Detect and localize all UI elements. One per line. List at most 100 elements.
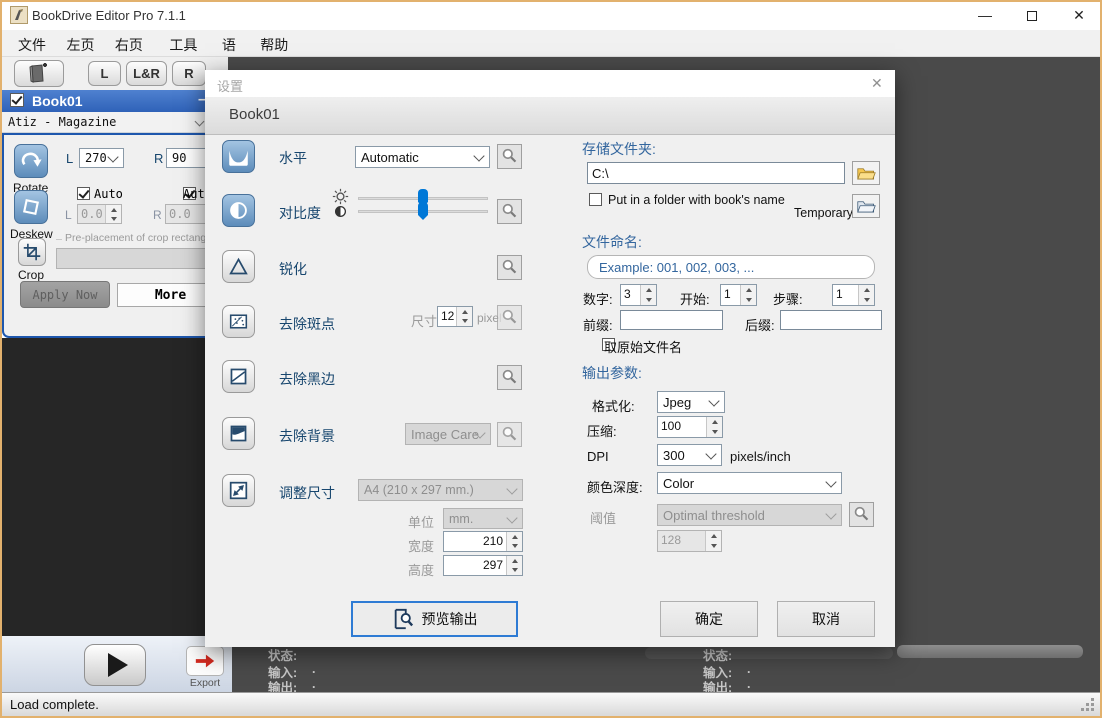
resize-height-spinner[interactable]: 297 [443, 555, 523, 576]
despeckle-preview-button[interactable] [497, 305, 522, 330]
maximize-button[interactable] [1015, 0, 1049, 30]
spin-up-icon[interactable] [507, 532, 522, 542]
spin-up-icon[interactable] [707, 417, 722, 427]
menu-tools[interactable]: 工具 [161, 30, 205, 60]
despeckle-size-spinner[interactable]: 12 [437, 306, 473, 327]
left-input-value: . [312, 662, 315, 676]
level-preview-button[interactable] [497, 144, 522, 169]
resize-grip[interactable] [1081, 698, 1094, 711]
book-checkbox[interactable] [10, 93, 24, 107]
contrast-icon [222, 194, 255, 227]
spin-down-icon[interactable] [706, 541, 721, 551]
resize-preset-select[interactable]: A4 (210 x 297 mm.) [358, 479, 523, 501]
threshold-preview-button[interactable] [849, 502, 874, 527]
book-header: Book01 – [2, 90, 228, 112]
crop-preplacement-select[interactable] [56, 248, 224, 269]
deskew-icon[interactable] [14, 190, 48, 224]
rotate-icon[interactable] [14, 144, 48, 178]
start-spinner[interactable]: 1 [720, 284, 757, 306]
threshold-select[interactable]: Optimal threshold [657, 504, 842, 526]
menu-help[interactable]: 帮助 [252, 30, 296, 60]
background-select[interactable]: Image Care [405, 423, 491, 445]
spin-down-icon[interactable] [106, 214, 121, 223]
status-message: Load complete. [10, 697, 99, 712]
menu-file[interactable]: 文件 [10, 30, 54, 60]
export-button[interactable] [186, 646, 224, 676]
cancel-button[interactable]: 取消 [777, 601, 875, 637]
left-page-button[interactable]: L [88, 61, 121, 86]
apply-now-button[interactable]: Apply Now [20, 281, 110, 308]
contrast-preview-button[interactable] [497, 199, 522, 224]
minimize-button[interactable]: — [968, 0, 1002, 30]
menu-right-page[interactable]: 右页 [107, 30, 151, 60]
new-book-button[interactable] [14, 60, 64, 87]
prefix-input[interactable] [620, 310, 723, 330]
sharpen-preview-button[interactable] [497, 255, 522, 280]
spin-down-icon[interactable] [457, 317, 472, 327]
rotate-l-select[interactable]: 270 [79, 148, 124, 168]
spin-up-icon[interactable] [859, 285, 874, 295]
preview-output-button[interactable]: 预览输出 [351, 601, 518, 637]
format-select[interactable]: Jpeg [657, 391, 725, 413]
level-select[interactable]: Automatic [355, 146, 490, 168]
spin-down-icon[interactable] [641, 295, 656, 305]
step-spinner[interactable]: 1 [832, 284, 875, 306]
right-page-button[interactable]: R [172, 61, 206, 86]
folder-with-book-name-checkbox[interactable] [589, 193, 602, 206]
compression-spinner[interactable]: 100 [657, 416, 723, 438]
dialog-title: 设置 [217, 76, 243, 95]
temporary-folder-button[interactable] [852, 194, 880, 218]
spin-up-icon[interactable] [741, 285, 756, 295]
background-label: 去除背景 [279, 426, 335, 446]
right-progress-bar [897, 645, 1083, 658]
background-preview-button[interactable] [497, 422, 522, 447]
magnifier-icon [853, 506, 870, 523]
both-pages-button[interactable]: L&R [126, 61, 167, 86]
spin-up-icon[interactable] [457, 307, 472, 317]
deskew-auto-l-checkbox[interactable] [77, 187, 90, 200]
storage-folder-label: 存储文件夹: [582, 139, 656, 159]
resize-unit-select[interactable]: mm. [443, 508, 523, 529]
crop-icon[interactable] [18, 238, 46, 266]
menu-left-page[interactable]: 左页 [58, 30, 102, 60]
play-button[interactable] [84, 644, 146, 686]
suffix-label: 后缀: [745, 315, 775, 334]
dpi-select[interactable]: 300 [657, 444, 722, 466]
spin-up-icon[interactable] [507, 556, 522, 566]
color-depth-select[interactable]: Color [657, 472, 842, 494]
spin-up-icon[interactable] [641, 285, 656, 295]
resize-height-label: 高度 [408, 560, 434, 579]
threshold-value-spinner[interactable]: 128 [657, 530, 722, 552]
suffix-input[interactable] [780, 310, 882, 330]
profile-value: Atiz - Magazine [8, 115, 116, 129]
workspace-left-page-area [2, 338, 228, 636]
spin-down-icon[interactable] [507, 566, 522, 576]
ok-button[interactable]: 确定 [660, 601, 758, 637]
digits-spinner[interactable]: 3 [620, 284, 657, 306]
deskew-l-spinner[interactable]: 0.0 [77, 204, 122, 224]
profile-dropdown[interactable]: Atiz - Magazine [2, 112, 228, 133]
magnifier-icon [501, 203, 518, 220]
contrast-label: 对比度 [279, 203, 321, 223]
menu-language[interactable]: 语 [214, 30, 244, 60]
crop-group-label: Pre-placement of crop rectangle [62, 232, 217, 244]
spin-down-icon[interactable] [741, 295, 756, 305]
spin-up-icon[interactable] [106, 205, 121, 214]
right-input-value: . [747, 662, 750, 676]
spin-up-icon[interactable] [706, 531, 721, 541]
new-book-icon [26, 63, 52, 85]
close-button[interactable]: ✕ [1062, 0, 1096, 30]
contrast-slider-thumb[interactable] [418, 202, 428, 220]
window-title: BookDrive Editor Pro 7.1.1 [32, 8, 186, 23]
storage-path-input[interactable] [587, 162, 845, 184]
dialog-close-button[interactable]: ✕ [871, 75, 883, 92]
crop-label: Crop [18, 268, 44, 282]
format-label: 格式化: [592, 396, 635, 415]
spin-down-icon[interactable] [859, 295, 874, 305]
chevron-down-icon [506, 483, 517, 494]
browse-folder-button[interactable] [852, 161, 880, 185]
black-border-preview-button[interactable] [497, 365, 522, 390]
resize-width-spinner[interactable]: 210 [443, 531, 523, 552]
spin-down-icon[interactable] [507, 542, 522, 552]
spin-down-icon[interactable] [707, 427, 722, 437]
